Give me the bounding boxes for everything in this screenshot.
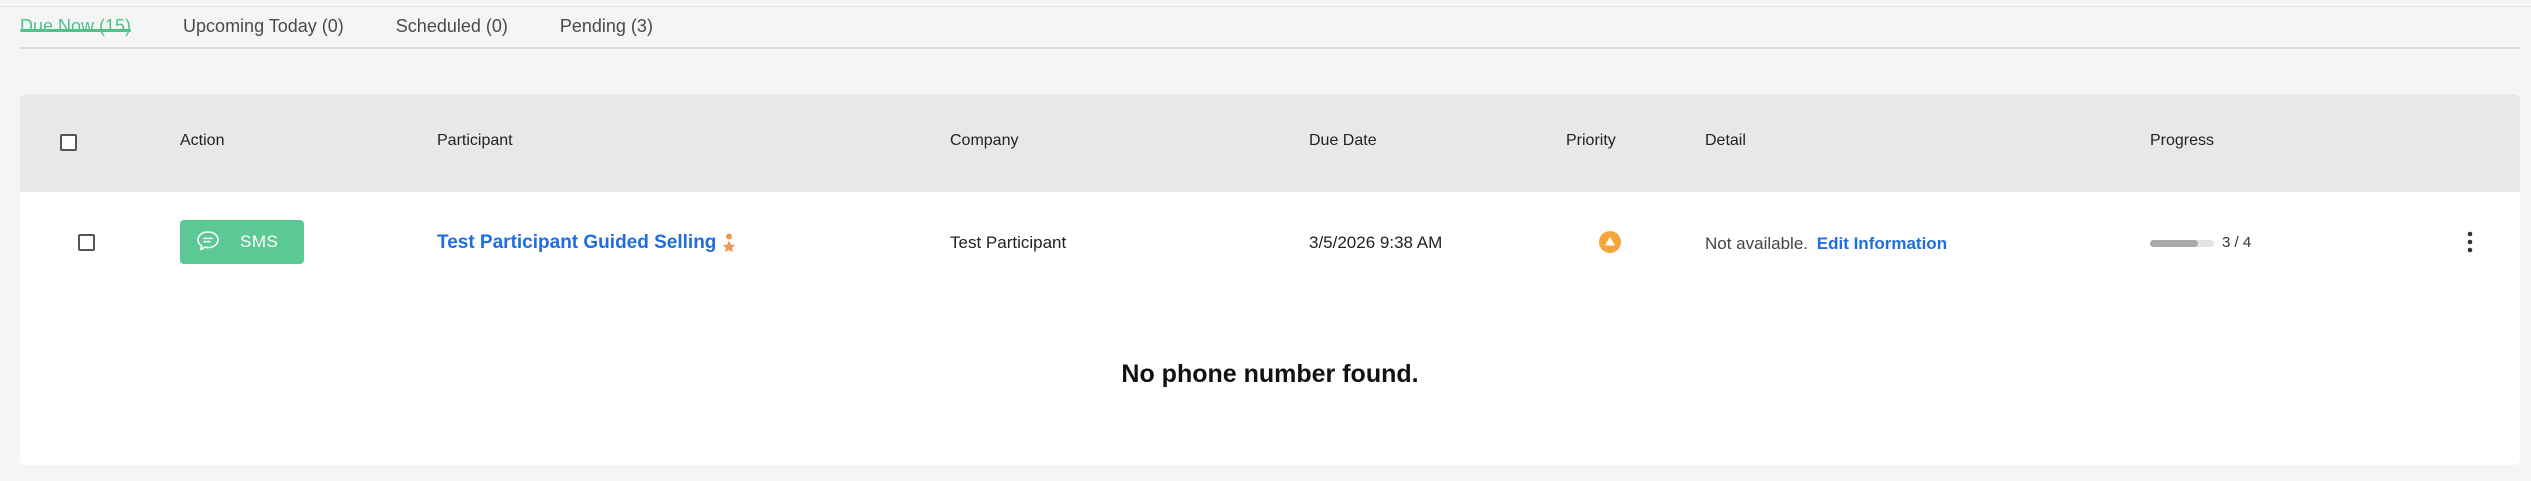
tab-bar-underline: [20, 47, 2520, 49]
column-header-progress: Progress: [2150, 132, 2215, 149]
column-header-detail: Detail: [1705, 132, 1746, 149]
column-header-priority: Priority: [1566, 132, 1616, 149]
column-header-company: Company: [950, 132, 1019, 149]
tab-upcoming-today[interactable]: Upcoming Today (0): [183, 0, 344, 36]
detail-cell: Not available. Edit Information: [1705, 234, 1947, 254]
detail-text: Not available.: [1705, 234, 1809, 253]
tab-pending[interactable]: Pending (3): [560, 0, 653, 36]
sms-action-button[interactable]: SMS: [180, 220, 304, 264]
company-cell: Test Participant: [950, 233, 1067, 252]
tab-due-now[interactable]: Due Now (15): [20, 0, 132, 36]
priority-high-icon: [1599, 231, 1621, 253]
progress-bar: [2150, 240, 2214, 247]
sms-action-label: SMS: [240, 232, 279, 251]
table-header: Action Participant Company Due Date Prio…: [20, 94, 2520, 192]
progress-bar-fill: [2150, 240, 2198, 247]
column-header-participant: Participant: [437, 132, 513, 149]
tab-scheduled[interactable]: Scheduled (0): [396, 0, 508, 36]
no-phone-message: No phone number found.: [1121, 360, 1419, 388]
tab-bar: Due Now (15) Upcoming Today (0) Schedule…: [20, 0, 2520, 47]
table-row: SMS Test Participant Guided Selling Test…: [20, 192, 2520, 465]
edit-information-link[interactable]: Edit Information: [1817, 234, 1947, 253]
select-all-checkbox[interactable]: [60, 134, 77, 151]
column-header-due-date: Due Date: [1309, 132, 1377, 149]
tasks-table: Action Participant Company Due Date Prio…: [20, 94, 2520, 465]
column-header-action: Action: [180, 132, 225, 149]
progress-text: 3 / 4: [2222, 234, 2252, 251]
participant-link[interactable]: Test Participant Guided Selling: [437, 232, 716, 254]
more-options-icon[interactable]: [2461, 228, 2479, 256]
chat-bubble-icon: [197, 231, 219, 251]
person-star-icon: [722, 233, 736, 253]
due-date-cell: 3/5/2026 9:38 AM: [1309, 233, 1443, 252]
row-select-checkbox[interactable]: [78, 234, 95, 251]
